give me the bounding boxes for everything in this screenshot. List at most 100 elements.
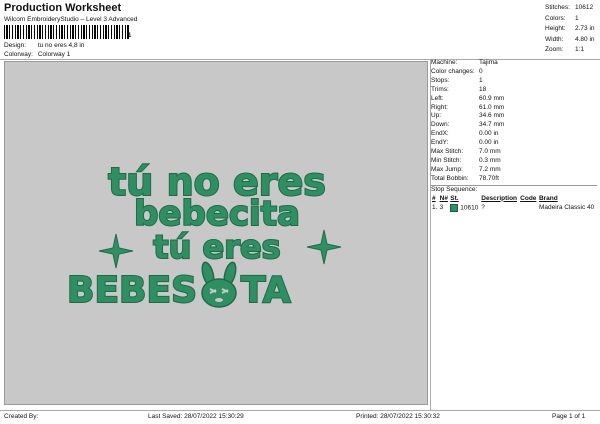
- column-header: St.: [450, 194, 459, 202]
- machine-info-label: Machine:: [431, 59, 458, 66]
- stat-label: Stitches:: [545, 4, 570, 11]
- machine-info-row: EndX: 0.00 in: [431, 130, 597, 139]
- machine-info-value: 0.00 in: [479, 139, 499, 147]
- design-line-4a: BEBES: [67, 270, 197, 311]
- design-label: Design:: [4, 42, 27, 49]
- machine-info-label: Down:: [431, 121, 450, 129]
- machine-info-value: Tajima: [479, 59, 498, 66]
- stat-value: 1:1: [575, 46, 585, 53]
- colorway-label: Colorway:: [4, 51, 33, 58]
- cell-code: [519, 204, 538, 214]
- cell-brand-text: Madeira Classic 40: [538, 203, 595, 211]
- machine-info-value: 34.6 mm: [479, 112, 505, 120]
- machine-info-label: Left:: [431, 94, 444, 102]
- table-row: 1. 3 10610? Madeira Classic 40: [431, 203, 597, 214]
- embroidery-design: tú no eres bebecita tú eres BEBES TA: [66, 159, 342, 312]
- cell-description: ?: [480, 204, 519, 214]
- cell-stitches-text: 10610: [460, 204, 479, 212]
- machine-info-value: 60.9 mm: [479, 94, 505, 102]
- machine-info-value: 0.3 mm: [479, 156, 501, 164]
- cell-description-text: ?: [481, 203, 485, 211]
- machine-info-value: 0: [479, 67, 483, 75]
- design-value: tu no eres 4,8 in: [37, 42, 85, 49]
- machine-info-label: Stops:: [431, 76, 450, 84]
- machine-info-value: 0.00 in: [479, 130, 499, 138]
- machine-info-row: Min Stitch: 0.3 mm: [431, 157, 597, 166]
- machine-info-label: Right:: [431, 103, 448, 111]
- page-title: Production Worksheet: [4, 2, 122, 14]
- stop-sequence-table: # N# St. Description Code Brand 1. 3 10610? Made…: [431, 195, 597, 214]
- design-line-4b: TA: [241, 270, 291, 311]
- machine-info-value: 18: [479, 85, 487, 93]
- machine-info-row: Trims: 18: [431, 86, 597, 95]
- stat-row: Zoom: 1:1: [545, 45, 595, 56]
- stat-label: Width:: [545, 35, 564, 43]
- stat-row: Width: 4.80 in: [545, 35, 595, 46]
- stat-value: 2.73 in: [575, 25, 595, 32]
- machine-info-label: Max Jump:: [431, 165, 463, 173]
- colorway-value: Colorway 1: [37, 51, 71, 58]
- stat-label: Zoom:: [545, 46, 564, 53]
- stats-panel: Stitches: 10612 Colors: 1 Height: 2.73 in Widt…: [545, 3, 595, 56]
- column-header: N#: [439, 194, 448, 202]
- machine-info-value: 1: [479, 76, 483, 84]
- stop-sequence-label: Stop Sequence:: [431, 184, 597, 195]
- footer-created: Created By:: [4, 413, 39, 420]
- stat-value: 1: [575, 14, 579, 22]
- cell-brand: Madeira Classic 40: [538, 204, 597, 214]
- stat-value: 4.80 in: [575, 35, 595, 43]
- stat-row: Height: 2.73 in: [545, 24, 595, 35]
- stat-label: Colors:: [545, 14, 566, 22]
- machine-info-value: 7.0 mm: [479, 148, 501, 156]
- machine-info-label: Up:: [431, 112, 442, 120]
- machine-info-label: EndY:: [431, 139, 449, 147]
- machine-info-row: Max Jump: 7.2 mm: [431, 166, 597, 175]
- design-canvas: tú no eres bebecita tú eres BEBES TA: [4, 61, 428, 405]
- column-header: Brand: [538, 194, 558, 202]
- machine-info-panel: Machine: Tajima Color changes: 0 Stops: 1 Trim…: [431, 59, 597, 213]
- machine-info-row: Down: 34.7 mm: [431, 121, 597, 130]
- footer-divider: [0, 410, 600, 411]
- cell-index: 1.: [431, 204, 439, 214]
- stat-row: Stitches: 10612: [545, 3, 595, 14]
- software-subtitle: Wilcom EmbroideryStudio – Level 3 Advanc…: [4, 16, 138, 23]
- colorway-row: Colorway: Colorway 1: [4, 51, 70, 58]
- sparkle-left-icon: [98, 233, 134, 269]
- column-header: Description: [481, 194, 518, 202]
- machine-info-row: Right: 61.0 mm: [431, 104, 597, 113]
- thread-color-swatch: [450, 203, 459, 212]
- machine-info-row: Machine: Tajima: [431, 59, 597, 68]
- stat-row: Colors: 1: [545, 14, 595, 25]
- machine-info-row: Max Stitch: 7.0 mm: [431, 148, 597, 157]
- stat-value: 10612: [575, 4, 594, 11]
- machine-info-label: Color changes:: [431, 67, 475, 75]
- cell-needle-text: 3: [439, 203, 444, 211]
- machine-info-row: Left: 60.9 mm: [431, 95, 597, 104]
- machine-info-value: 61.0 mm: [479, 103, 505, 111]
- machine-info-row: Stops: 1: [431, 77, 597, 86]
- stat-label: Height:: [545, 25, 566, 32]
- machine-info-label: Max Stitch:: [431, 148, 464, 156]
- footer-printed: Printed: 28/07/2022 15:30:32: [356, 413, 440, 420]
- design-line-3: tú eres: [153, 228, 280, 266]
- machine-info-value: 7.2 mm: [479, 165, 501, 173]
- column-header: #: [432, 194, 436, 202]
- machine-info-label: Total Bobbin:: [431, 174, 469, 182]
- machine-info-row: Color changes: 0: [431, 68, 597, 77]
- bunny-icon: [201, 261, 237, 308]
- machine-info-value: 34.7 mm: [479, 121, 505, 129]
- cell-needle: 3: [439, 204, 450, 214]
- cell-index-text: 1.: [432, 203, 438, 211]
- barcode: [4, 25, 130, 39]
- machine-info-row: Total Bobbin: 78.70ft: [431, 175, 597, 184]
- footer-page: Page 1 of 1: [552, 413, 586, 420]
- machine-info-label: Trims:: [431, 85, 449, 93]
- design-name-row: Design: tu no eres 4,8 in: [4, 42, 84, 49]
- machine-info-label: Min Stitch:: [431, 156, 462, 164]
- cell-stitches: 10610: [449, 203, 480, 214]
- machine-info-row: Up: 34.6 mm: [431, 112, 597, 121]
- machine-info-row: EndY: 0.00 in: [431, 139, 597, 148]
- footer-saved: Last Saved: 28/07/2022 15:30:29: [148, 413, 244, 420]
- machine-info-label: EndX:: [431, 130, 449, 138]
- barcode-number: 1: [128, 33, 132, 39]
